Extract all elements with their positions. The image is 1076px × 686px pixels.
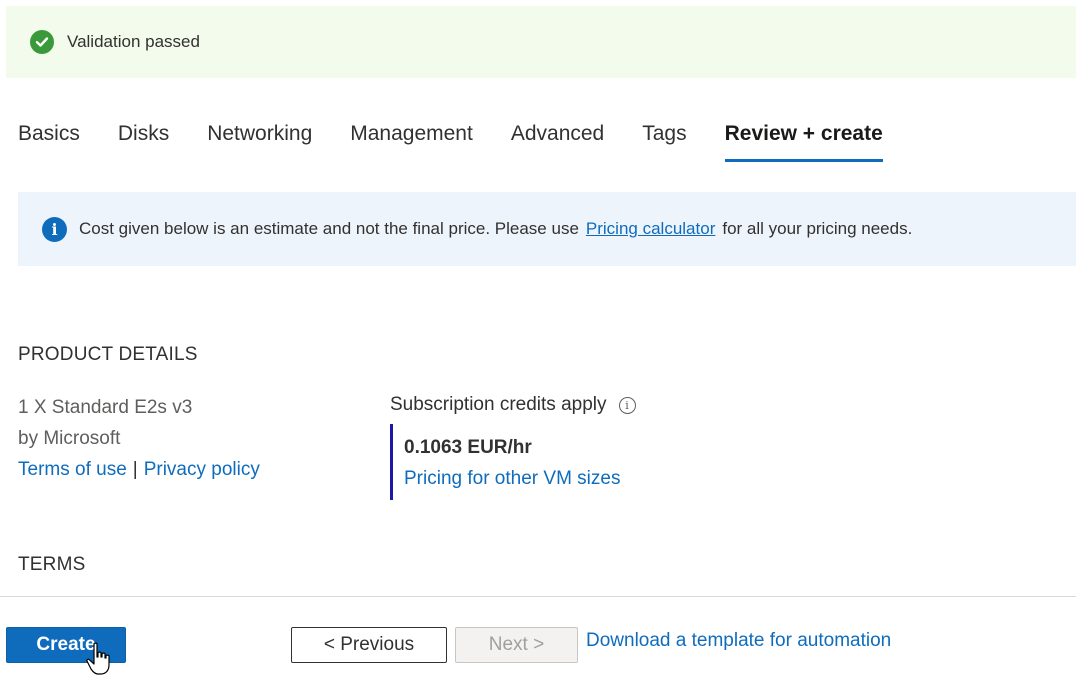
cost-info-bar: i Cost given below is an estimate and no… (18, 192, 1076, 266)
pricing-calculator-link[interactable]: Pricing calculator (586, 219, 715, 239)
product-details-heading: PRODUCT DETAILS (18, 344, 198, 365)
validation-banner: Validation passed (6, 6, 1076, 78)
product-links: Terms of use | Privacy policy (18, 454, 260, 485)
tab-bar: Basics Disks Networking Management Advan… (18, 122, 921, 166)
tab-advanced[interactable]: Advanced (511, 122, 604, 162)
info-text-after: for all your pricing needs. (722, 219, 913, 238)
hand-pointer-icon (86, 642, 110, 675)
pricing-other-sizes-link[interactable]: Pricing for other VM sizes (404, 463, 636, 494)
credits-line: Subscription credits apply i (390, 392, 636, 418)
download-template-link[interactable]: Download a template for automation (586, 630, 891, 652)
price-block: 0.1063 EUR/hr Pricing for other VM sizes (390, 424, 636, 500)
info-tooltip-icon[interactable]: i (618, 396, 636, 414)
checkmark-circle-icon (30, 30, 54, 54)
validation-message: Validation passed (67, 32, 200, 51)
info-text-before: Cost given below is an estimate and not … (79, 219, 579, 238)
tab-management[interactable]: Management (350, 122, 473, 162)
tab-basics[interactable]: Basics (18, 122, 80, 162)
terms-heading: TERMS (18, 554, 86, 575)
privacy-policy-link[interactable]: Privacy policy (144, 459, 260, 480)
subscription-credits-label: Subscription credits apply (390, 394, 607, 415)
info-icon: i (42, 216, 67, 242)
tab-review-create[interactable]: Review + create (724, 122, 883, 162)
footer-divider (0, 596, 1076, 597)
pricing-info: Subscription credits apply i 0.1063 EUR/… (390, 392, 636, 500)
product-publisher: by Microsoft (18, 428, 121, 449)
terms-of-use-link[interactable]: Terms of use (18, 459, 127, 480)
previous-button[interactable]: < Previous (291, 627, 447, 663)
product-info: 1 X Standard E2s v3 by Microsoft Terms o… (18, 392, 260, 485)
link-separator: | (132, 459, 138, 480)
tab-tags[interactable]: Tags (642, 122, 686, 162)
price-value: 0.1063 EUR/hr (404, 437, 532, 458)
product-name: 1 X Standard E2s v3 (18, 397, 193, 418)
tab-networking[interactable]: Networking (207, 122, 312, 162)
next-button[interactable]: Next > (455, 627, 578, 663)
tab-disks[interactable]: Disks (118, 122, 169, 162)
